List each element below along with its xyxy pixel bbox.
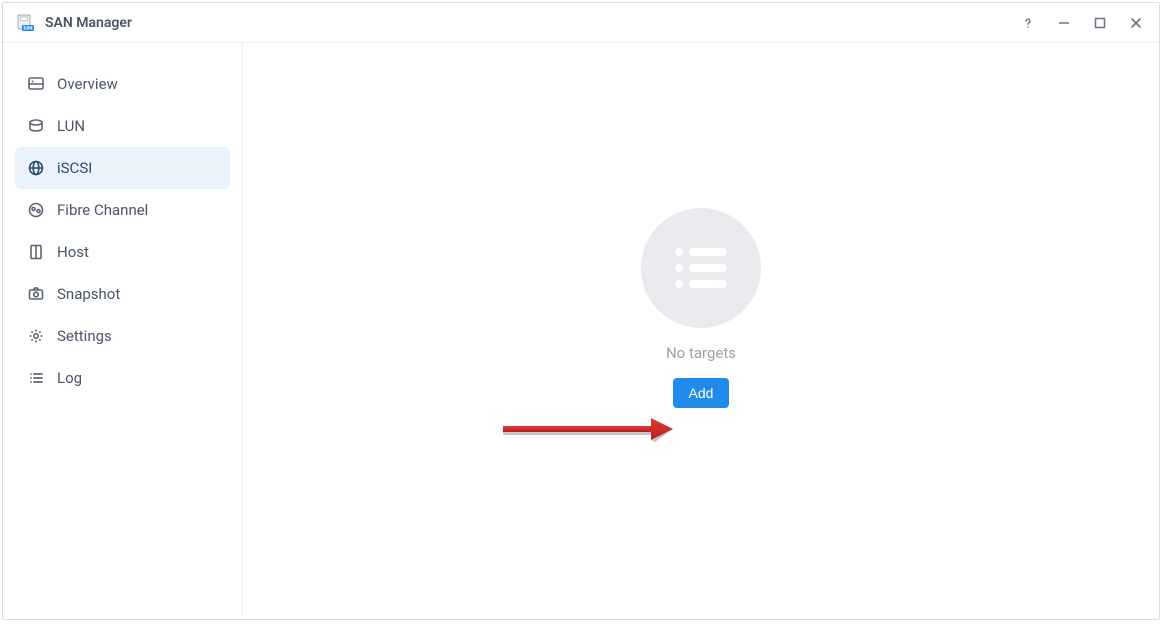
sidebar-item-lun[interactable]: LUN xyxy=(15,105,230,147)
annotation-arrow xyxy=(503,418,673,442)
window: SAN SAN Manager xyxy=(2,2,1160,620)
sidebar-item-fibre-channel[interactable]: Fibre Channel xyxy=(15,189,230,231)
svg-text:SAN: SAN xyxy=(24,25,33,31)
host-icon xyxy=(27,243,45,261)
sidebar-item-host[interactable]: Host xyxy=(15,231,230,273)
window-title: SAN Manager xyxy=(45,15,132,31)
sidebar-item-log[interactable]: Log xyxy=(15,357,230,399)
sidebar-item-snapshot[interactable]: Snapshot xyxy=(15,273,230,315)
minimize-button[interactable] xyxy=(1055,14,1073,32)
camera-icon xyxy=(27,285,45,303)
globe-icon xyxy=(27,159,45,177)
add-button[interactable]: Add xyxy=(673,378,730,408)
titlebar: SAN SAN Manager xyxy=(3,3,1159,43)
sidebar-item-label: Host xyxy=(57,243,89,261)
disk-icon xyxy=(27,117,45,135)
sidebar-item-overview[interactable]: Overview xyxy=(15,63,230,105)
fc-icon xyxy=(27,201,45,219)
sidebar-item-settings[interactable]: Settings xyxy=(15,315,230,357)
sidebar-item-label: LUN xyxy=(57,117,85,135)
sidebar-item-label: Settings xyxy=(57,327,112,345)
gear-icon xyxy=(27,327,45,345)
close-button[interactable] xyxy=(1127,14,1145,32)
main-content: No targets Add xyxy=(243,43,1159,619)
empty-state-text: No targets xyxy=(666,344,736,362)
overview-icon xyxy=(27,75,45,93)
empty-state: No targets Add xyxy=(641,208,761,408)
sidebar-item-label: Snapshot xyxy=(57,285,120,303)
sidebar-item-label: Fibre Channel xyxy=(57,201,148,219)
sidebar-item-label: Overview xyxy=(57,75,118,93)
window-controls xyxy=(1019,14,1145,32)
maximize-button[interactable] xyxy=(1091,14,1109,32)
body: Overview LUN xyxy=(3,43,1159,619)
sidebar-item-iscsi[interactable]: iSCSI xyxy=(15,147,230,189)
app-icon: SAN xyxy=(17,14,35,32)
sidebar-item-label: Log xyxy=(57,369,82,387)
help-button[interactable] xyxy=(1019,14,1037,32)
sidebar-item-label: iSCSI xyxy=(57,159,92,177)
sidebar: Overview LUN xyxy=(3,43,243,619)
list-icon xyxy=(27,369,45,387)
empty-state-icon xyxy=(641,208,761,328)
